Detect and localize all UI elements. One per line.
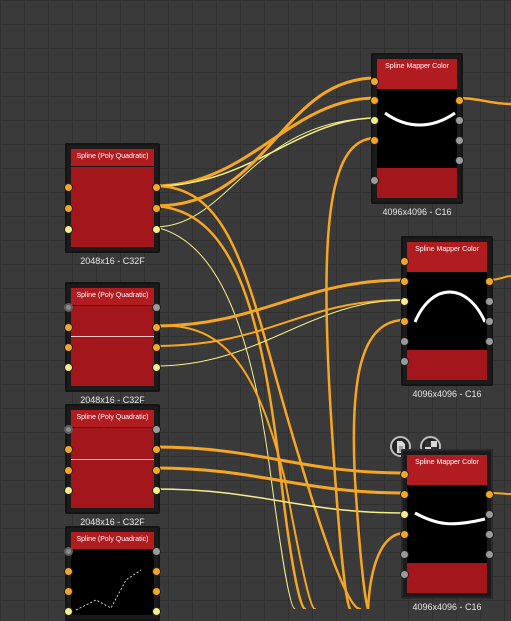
node-title: Spline (Poly Quadratic) [71, 288, 154, 305]
input-port[interactable] [64, 587, 73, 596]
node-resolution-label: 4096x4096 - C16 [412, 602, 482, 612]
output-port[interactable] [152, 204, 161, 213]
output-port[interactable] [152, 486, 161, 495]
node-title: Spline Mapper Color [407, 455, 487, 485]
thumbnail-red-band [377, 168, 457, 198]
node-resolution-label: 4096x4096 - C16 [412, 389, 482, 399]
output-port[interactable] [455, 136, 464, 145]
spline-mapper-color-node-3[interactable]: Spline Mapper Color 4096x4096 - C16 [400, 449, 494, 612]
output-port[interactable] [485, 550, 494, 559]
node-title: Spline Mapper Color [407, 242, 487, 272]
node-title: Spline (Poly Quadratic) [71, 532, 154, 549]
output-port[interactable] [152, 547, 161, 556]
input-port[interactable] [64, 303, 73, 312]
input-port[interactable] [370, 176, 379, 185]
input-port[interactable] [64, 445, 73, 454]
node-resolution-label: 4096x4096 - C16 [382, 207, 452, 217]
input-port[interactable] [64, 204, 73, 213]
output-port[interactable] [485, 490, 494, 499]
thumbnail-curve [413, 290, 487, 323]
node-thumbnail [71, 306, 154, 386]
output-port[interactable] [485, 317, 494, 326]
input-port[interactable] [400, 530, 409, 539]
node-title: Spline (Poly Quadratic) [71, 149, 154, 166]
thumbnail-line [71, 336, 154, 337]
output-port[interactable] [485, 337, 494, 346]
input-port[interactable] [64, 425, 73, 434]
thumbnail-red-band [407, 563, 487, 593]
output-port[interactable] [152, 303, 161, 312]
spline-poly-quadratic-node-1[interactable]: Spline (Poly Quadratic) 2048x16 - C32F [64, 143, 161, 266]
output-port[interactable] [485, 510, 494, 519]
output-port[interactable] [152, 363, 161, 372]
output-port[interactable] [152, 445, 161, 454]
input-port[interactable] [64, 323, 73, 332]
input-port[interactable] [370, 96, 379, 105]
input-port[interactable] [64, 486, 73, 495]
node-thumbnail [407, 485, 487, 563]
node-thumbnail [71, 428, 154, 508]
output-port[interactable] [152, 183, 161, 192]
spline-poly-quadratic-node-2[interactable]: Spline (Poly Quadratic) 2048x16 - C32F [64, 282, 161, 405]
output-port[interactable] [485, 297, 494, 306]
input-port[interactable] [370, 77, 379, 86]
input-port[interactable] [64, 547, 73, 556]
input-port[interactable] [370, 136, 379, 145]
output-port[interactable] [152, 587, 161, 596]
output-port[interactable] [152, 607, 161, 616]
input-port[interactable] [64, 567, 73, 576]
input-port[interactable] [400, 357, 409, 366]
node-thumbnail [407, 272, 487, 350]
input-port[interactable] [400, 297, 409, 306]
spline-mapper-color-node-1[interactable]: Spline Mapper Color 4096x4096 - C16 [370, 53, 464, 217]
node-thumbnail [71, 550, 154, 615]
input-port[interactable] [64, 466, 73, 475]
input-port[interactable] [400, 510, 409, 519]
input-port[interactable] [64, 225, 73, 234]
output-port[interactable] [152, 323, 161, 332]
node-thumbnail [71, 167, 154, 247]
output-port[interactable] [152, 425, 161, 434]
output-port[interactable] [152, 343, 161, 352]
node-title: Spline Mapper Color [377, 59, 457, 89]
node-title: Spline (Poly Quadratic) [71, 410, 154, 427]
node-thumbnail [377, 89, 457, 168]
input-port[interactable] [400, 490, 409, 499]
spline-mapper-color-node-2[interactable]: Spline Mapper Color 4096x4096 - C16 [400, 236, 494, 399]
input-port[interactable] [370, 116, 379, 125]
thumbnail-curve [414, 511, 486, 526]
input-port[interactable] [64, 607, 73, 616]
input-port[interactable] [400, 257, 409, 266]
input-port[interactable] [64, 363, 73, 372]
output-port[interactable] [455, 156, 464, 165]
output-port[interactable] [152, 466, 161, 475]
thumbnail-red-band [407, 350, 487, 380]
output-port[interactable] [455, 96, 464, 105]
input-port[interactable] [400, 337, 409, 346]
output-port[interactable] [485, 277, 494, 286]
input-port[interactable] [400, 317, 409, 326]
output-port[interactable] [455, 116, 464, 125]
spline-poly-quadratic-node-3[interactable]: Spline (Poly Quadratic) 2048x16 - C32F [64, 404, 161, 527]
node-resolution-label: 2048x16 - C32F [80, 256, 145, 266]
spline-poly-quadratic-node-4[interactable]: Spline (Poly Quadratic) [64, 526, 161, 621]
input-port[interactable] [64, 183, 73, 192]
thumbnail-curve [384, 111, 456, 127]
output-port[interactable] [152, 225, 161, 234]
output-port[interactable] [485, 530, 494, 539]
input-port[interactable] [400, 470, 409, 479]
input-port[interactable] [400, 277, 409, 286]
input-port[interactable] [400, 570, 409, 579]
input-port[interactable] [64, 343, 73, 352]
input-port[interactable] [400, 550, 409, 559]
output-port[interactable] [152, 567, 161, 576]
thumbnail-line [71, 459, 154, 460]
